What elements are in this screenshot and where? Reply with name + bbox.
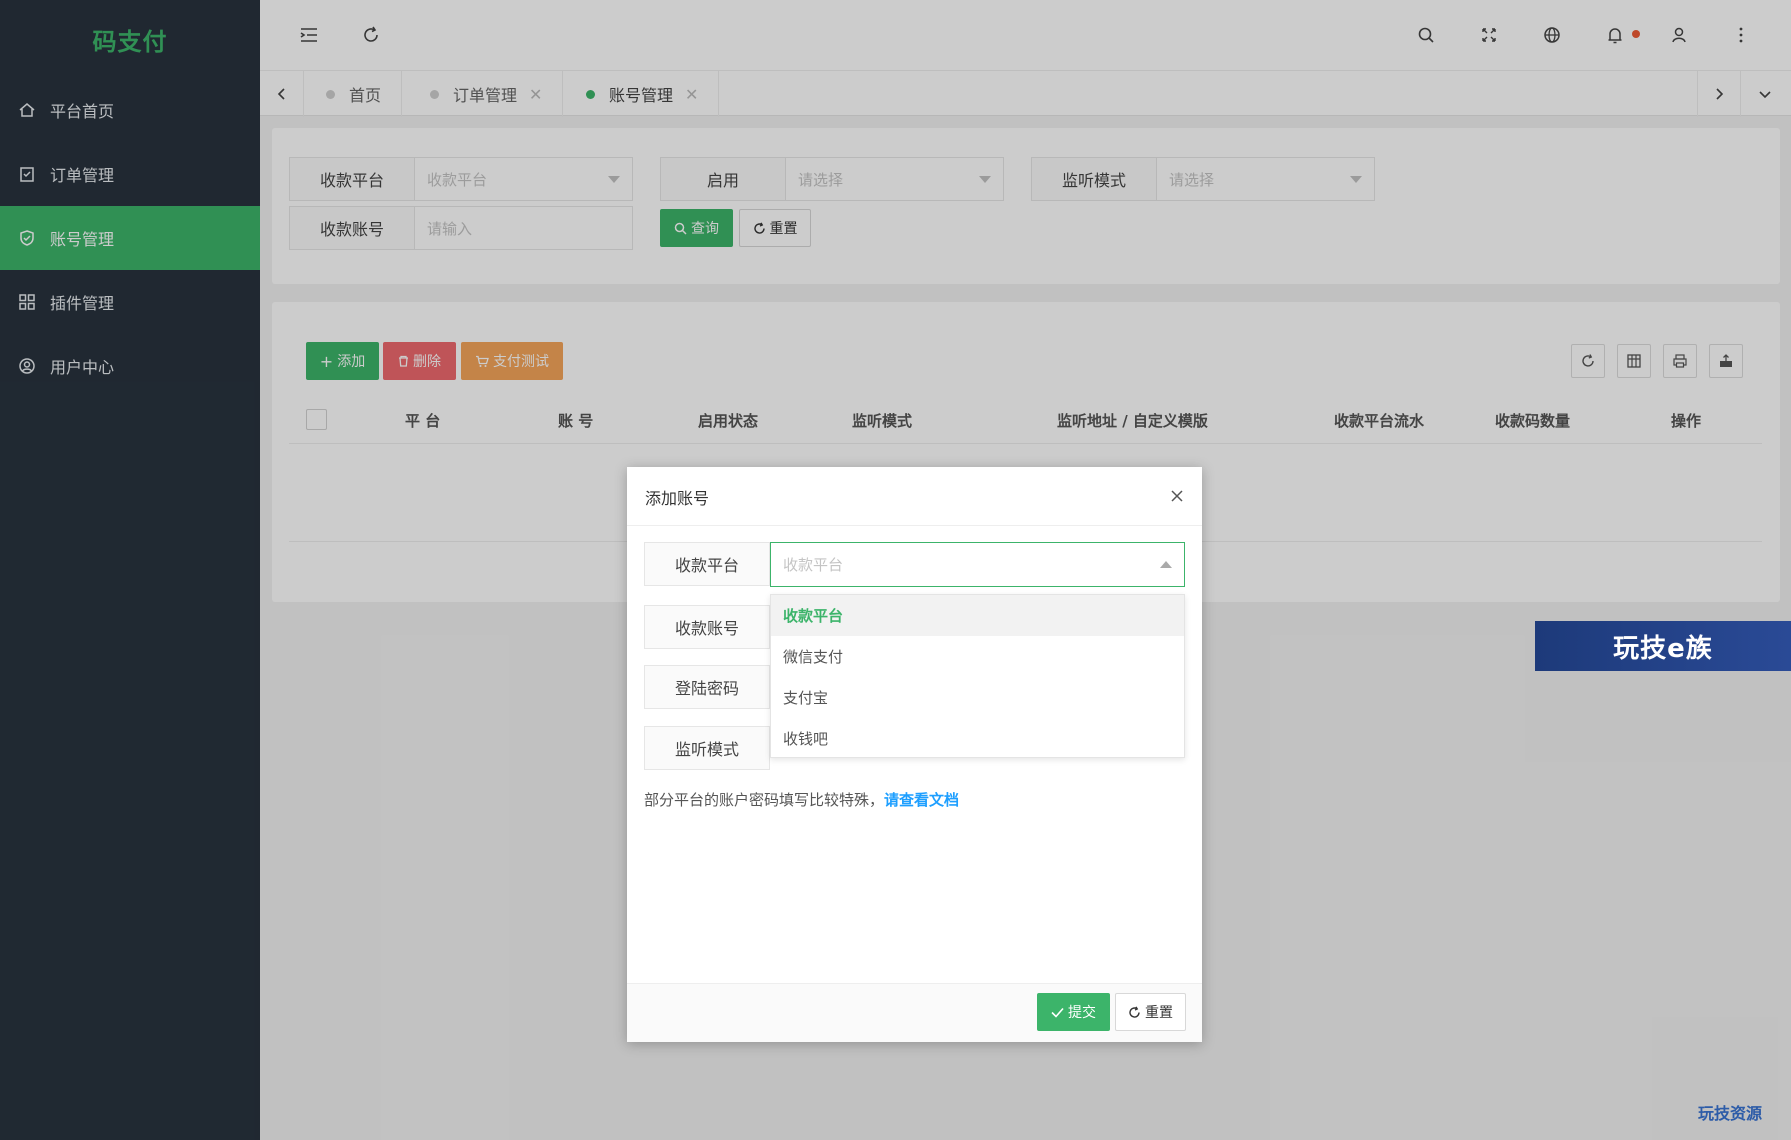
dropdown-option[interactable]: 收款平台	[771, 595, 1184, 636]
check-icon	[1051, 1007, 1064, 1018]
docs-link[interactable]: 请查看文档	[884, 791, 959, 809]
dropdown-option[interactable]: 收钱吧	[771, 718, 1184, 759]
submit-button[interactable]: 提交	[1037, 993, 1110, 1031]
note-text: 部分平台的账户密码填写比较特殊，	[644, 791, 885, 809]
watermark-corner: 玩技资源	[1698, 1104, 1763, 1123]
modal-note: 部分平台的账户密码填写比较特殊，请查看文档	[644, 789, 959, 810]
modal-password-label: 登陆密码	[644, 665, 770, 709]
modal-footer: 提交 重置	[627, 983, 1202, 1042]
modal-platform-label: 收款平台	[644, 542, 770, 586]
caret-up-icon	[1160, 561, 1172, 568]
refresh-icon	[1129, 1005, 1140, 1018]
platform-dropdown: 收款平台 微信支付 支付宝 收钱吧	[770, 594, 1185, 758]
modal-platform-select[interactable]: 收款平台	[770, 542, 1185, 587]
dropdown-option[interactable]: 微信支付	[771, 636, 1184, 677]
modal-title: 添加账号	[645, 489, 710, 508]
placeholder: 收款平台	[783, 556, 844, 574]
button-label: 提交	[1068, 1005, 1096, 1021]
watermark-banner: 玩技e族	[1535, 621, 1791, 671]
close-icon[interactable]	[1168, 487, 1186, 505]
dropdown-option[interactable]: 支付宝	[771, 677, 1184, 718]
add-account-modal: 添加账号 收款平台 收款平台 收款账号 登陆密码 监听模式 收款平台 微信支付 …	[627, 467, 1202, 1042]
modal-account-label: 收款账号	[644, 605, 770, 649]
button-label: 重置	[1145, 1005, 1173, 1021]
modal-monitor-label: 监听模式	[644, 726, 770, 770]
modal-reset-button[interactable]: 重置	[1115, 993, 1186, 1031]
modal-header-divider	[627, 525, 1202, 526]
